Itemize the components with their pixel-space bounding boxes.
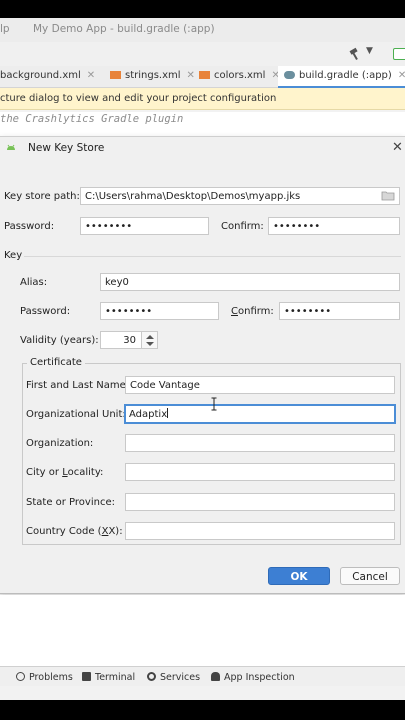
key-password-value: •••••••• (105, 306, 153, 317)
terminal-tool-button[interactable]: Terminal (82, 672, 135, 683)
state-field[interactable] (125, 493, 395, 511)
country-field[interactable] (125, 522, 395, 540)
ide-title-bar: lp My Demo App - build.gradle (:app) (0, 18, 405, 42)
key-store-path-input[interactable]: C:\Users\rahma\Desktop\Demos\myapp.jks (80, 187, 400, 205)
alias-field[interactable]: key0 (100, 273, 400, 291)
terminal-icon (82, 672, 91, 681)
cancel-button[interactable]: Cancel (340, 567, 400, 585)
state-label: State or Province: (26, 497, 115, 508)
close-icon[interactable]: ✕ (398, 70, 405, 81)
validity-label: Validity (years): (20, 335, 99, 346)
app-inspection-tool-button[interactable]: App Inspection (211, 672, 295, 683)
ok-button[interactable]: OK (268, 567, 330, 585)
tab-label: background.xml (0, 70, 81, 81)
confirm-field[interactable]: •••••••• (268, 217, 400, 235)
alias-value: key0 (105, 277, 129, 288)
country-label: Country Code (XX): (26, 526, 123, 537)
org-unit-label: Organizational Unit: (26, 409, 126, 420)
confirm-label: Confirm: (221, 221, 264, 232)
tab-colors-xml[interactable]: colors.xml ✕ (199, 66, 280, 88)
terminal-label: Terminal (95, 672, 136, 683)
key-store-path-value: C:\Users\rahma\Desktop\Demos\myapp.jks (85, 191, 301, 202)
close-icon[interactable]: ✕ (392, 140, 404, 155)
run-config-icon[interactable] (393, 48, 405, 60)
validity-spinner[interactable]: 30 (100, 331, 158, 349)
key-confirm-field[interactable]: •••••••• (279, 302, 400, 320)
problems-icon (16, 672, 25, 681)
build-hammer-icon[interactable] (348, 47, 362, 61)
code-editor[interactable]: the Crashlytics Gradle plugin ... .. . .… (0, 112, 405, 138)
screen: lp My Demo App - build.gradle (:app) ▼ b… (0, 18, 405, 700)
alias-label: Alias: (20, 277, 48, 288)
organization-label: Organization: (26, 438, 94, 449)
services-icon (147, 672, 156, 681)
first-last-name-field[interactable]: Code Vantage (125, 376, 395, 394)
tab-label: build.gradle (:app) (299, 70, 392, 81)
ibeam-cursor-icon (211, 397, 217, 411)
password-value: •••••••• (85, 221, 133, 232)
tab-build-gradle-app[interactable]: build.gradle (:app) ✕ (278, 66, 405, 88)
code-line: the Crashlytics Gradle plugin (0, 113, 184, 125)
key-store-path-label: Key store path: (4, 191, 80, 202)
org-unit-value: Adaptix (129, 409, 168, 420)
app-inspection-icon (211, 672, 220, 681)
first-last-name-value: Code Vantage (130, 380, 200, 391)
problems-label: Problems (29, 672, 73, 683)
services-label: Services (160, 672, 201, 683)
app-inspection-label: App Inspection (224, 672, 295, 683)
tool-window-bar: Problems Terminal Services App Inspectio… (0, 666, 405, 686)
close-icon[interactable]: ✕ (187, 70, 195, 81)
chevron-down-icon[interactable] (146, 342, 154, 346)
close-icon[interactable]: ✕ (87, 70, 95, 81)
folder-icon[interactable] (381, 190, 395, 201)
xml-file-icon (110, 71, 121, 79)
services-tool-button[interactable]: Services (147, 672, 200, 683)
certificate-title: Certificate (27, 357, 85, 368)
key-password-field[interactable]: •••••••• (100, 302, 219, 320)
key-password-label: Password: (20, 306, 71, 317)
banner-text: cture dialog to view and edit your proje… (0, 93, 277, 104)
first-last-name-label: First and Last Name: (26, 380, 130, 391)
tab-strings-xml[interactable]: strings.xml ✕ (110, 66, 195, 88)
section-divider (24, 256, 401, 257)
notification-banner: cture dialog to view and edit your proje… (0, 88, 405, 110)
password-field[interactable]: •••••••• (80, 217, 209, 235)
new-key-store-dialog: New Key Store ✕ Key store path: C:\Users… (0, 136, 405, 594)
ide-toolbar: ▼ (0, 42, 405, 66)
editor-tabs: background.xml ✕ strings.xml ✕ colors.xml ✕… (0, 66, 405, 88)
spinner-arrows[interactable] (142, 331, 158, 349)
key-confirm-value: •••••••• (284, 306, 332, 317)
xml-file-icon (199, 71, 210, 79)
android-icon (7, 144, 15, 150)
problems-tool-button[interactable]: Problems (16, 672, 73, 683)
tab-label: strings.xml (125, 70, 181, 81)
org-unit-field[interactable]: Adaptix (124, 404, 396, 424)
dialog-title-bar: New Key Store ✕ (0, 137, 405, 159)
city-label: City or Locality: (26, 467, 104, 478)
chevron-down-icon[interactable]: ▼ (366, 46, 373, 56)
text-caret (167, 408, 169, 418)
gradle-icon (284, 71, 295, 79)
help-menu[interactable]: lp (0, 23, 10, 35)
confirm-value: •••••••• (273, 221, 321, 232)
dialog-title: New Key Store (28, 142, 105, 154)
key-section-label: Key (4, 250, 23, 261)
organization-field[interactable] (125, 434, 395, 452)
password-label: Password: (4, 221, 55, 232)
key-confirm-label: Confirm: (231, 306, 274, 317)
window-title: My Demo App - build.gradle (:app) (33, 23, 215, 35)
chevron-up-icon[interactable] (146, 335, 154, 339)
validity-value[interactable]: 30 (100, 331, 142, 349)
tab-label: colors.xml (214, 70, 266, 81)
city-field[interactable] (125, 463, 395, 481)
tab-background-xml[interactable]: background.xml ✕ (0, 66, 95, 88)
